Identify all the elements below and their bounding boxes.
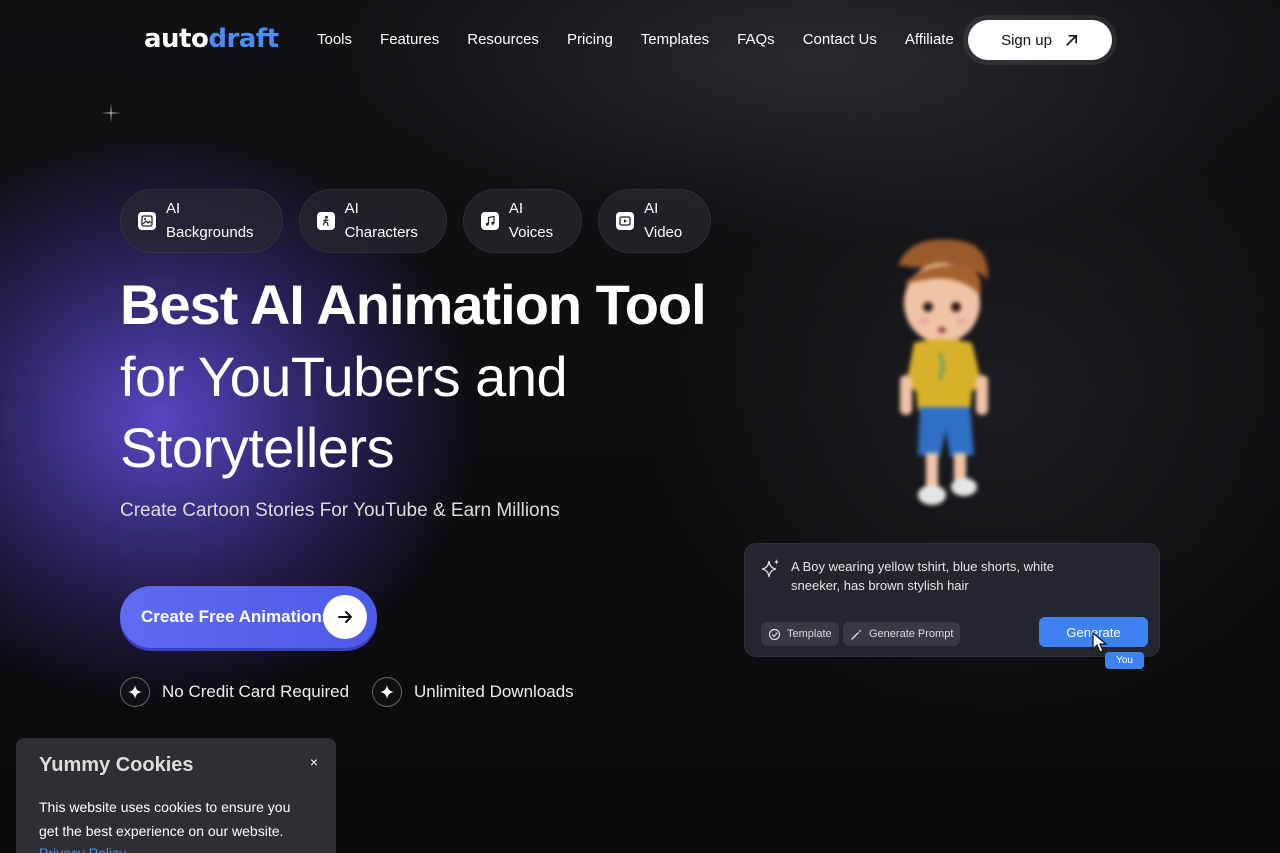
nav-contact-us[interactable]: Contact Us: [789, 31, 891, 48]
template-label: Template: [787, 628, 832, 640]
template-chip[interactable]: Template: [761, 622, 839, 646]
hero-subtitle: Create Cartoon Stories For YouTube & Ear…: [120, 500, 560, 521]
generate-prompt-chip[interactable]: Generate Prompt: [843, 622, 961, 646]
video-icon: [616, 212, 635, 230]
cursor-user-label: You: [1105, 652, 1144, 669]
pill-label: AI Characters: [344, 200, 418, 241]
image-icon: [138, 212, 156, 230]
cta-label: Create Free Animations: [141, 607, 332, 626]
prompt-card: A Boy wearing yellow tshirt, blue shorts…: [744, 543, 1160, 669]
pill-ai-video[interactable]: AI Video: [598, 189, 712, 253]
nav-faqs[interactable]: FAQs: [723, 31, 789, 48]
sparkles-icon: [761, 559, 779, 578]
feature-unlimited-downloads: Unlimited Downloads: [372, 677, 574, 707]
nav-templates[interactable]: Templates: [627, 31, 723, 48]
arrow-right-icon: [323, 595, 367, 639]
nav-resources[interactable]: Resources: [453, 31, 553, 48]
pill-ai-backgrounds[interactable]: AI Backgrounds: [120, 189, 283, 253]
cartoon-boy-illustration: [898, 239, 989, 505]
pill-label: AI Backgrounds: [166, 200, 254, 241]
privacy-policy-link[interactable]: Privacy Policy: [39, 843, 313, 853]
logo-text-auto: auto: [144, 24, 209, 54]
feature-pills: AI Backgrounds AI Characters AI Voices A…: [120, 189, 712, 253]
generate-prompt-label: Generate Prompt: [869, 628, 954, 640]
sparkle-icon: [101, 103, 121, 123]
pill-ai-characters[interactable]: AI Characters: [298, 189, 447, 253]
hero-title: Best AI Animation Tool: [120, 273, 707, 336]
cookie-title: Yummy Cookies: [39, 754, 194, 776]
nav-links: Tools Features Resources Pricing Templat…: [303, 31, 968, 48]
close-icon[interactable]: ×: [310, 754, 318, 770]
music-note-icon: [480, 212, 499, 230]
hero-title-secondary: for YouTubers and Storytellers: [120, 345, 568, 479]
feature-label: Unlimited Downloads: [414, 682, 574, 701]
magic-wand-icon: [851, 628, 862, 640]
nav-tools[interactable]: Tools: [303, 31, 366, 48]
nav-affiliate[interactable]: Affiliate: [891, 31, 968, 48]
top-nav: autodraft Tools Features Resources Prici…: [0, 0, 1280, 80]
star-icon: [120, 677, 150, 707]
create-free-animations-button[interactable]: Create Free Animations: [120, 586, 377, 648]
pill-ai-voices[interactable]: AI Voices: [462, 189, 583, 253]
pill-label: AI Voices: [508, 200, 554, 241]
nav-pricing[interactable]: Pricing: [553, 31, 627, 48]
cookie-banner: Yummy Cookies × This website uses cookie…: [16, 738, 336, 853]
logo[interactable]: autodraft: [144, 24, 279, 54]
nav-features[interactable]: Features: [366, 31, 453, 48]
character-icon: [316, 212, 335, 230]
star-icon: [372, 677, 402, 707]
feature-no-credit-card: No Credit Card Required: [120, 677, 349, 707]
arrow-up-right-icon: [1066, 34, 1077, 46]
mouse-cursor-icon: [1092, 632, 1108, 653]
template-icon: [768, 628, 781, 640]
signup-label: Sign up: [1001, 31, 1052, 49]
prompt-text[interactable]: A Boy wearing yellow tshirt, blue shorts…: [791, 557, 1091, 595]
logo-text-draft: draft: [208, 24, 279, 54]
pill-label: AI Video: [644, 200, 683, 241]
cookie-body: This website uses cookies to ensure you …: [39, 799, 291, 839]
signup-button[interactable]: Sign up: [968, 20, 1112, 60]
feature-label: No Credit Card Required: [162, 682, 350, 701]
